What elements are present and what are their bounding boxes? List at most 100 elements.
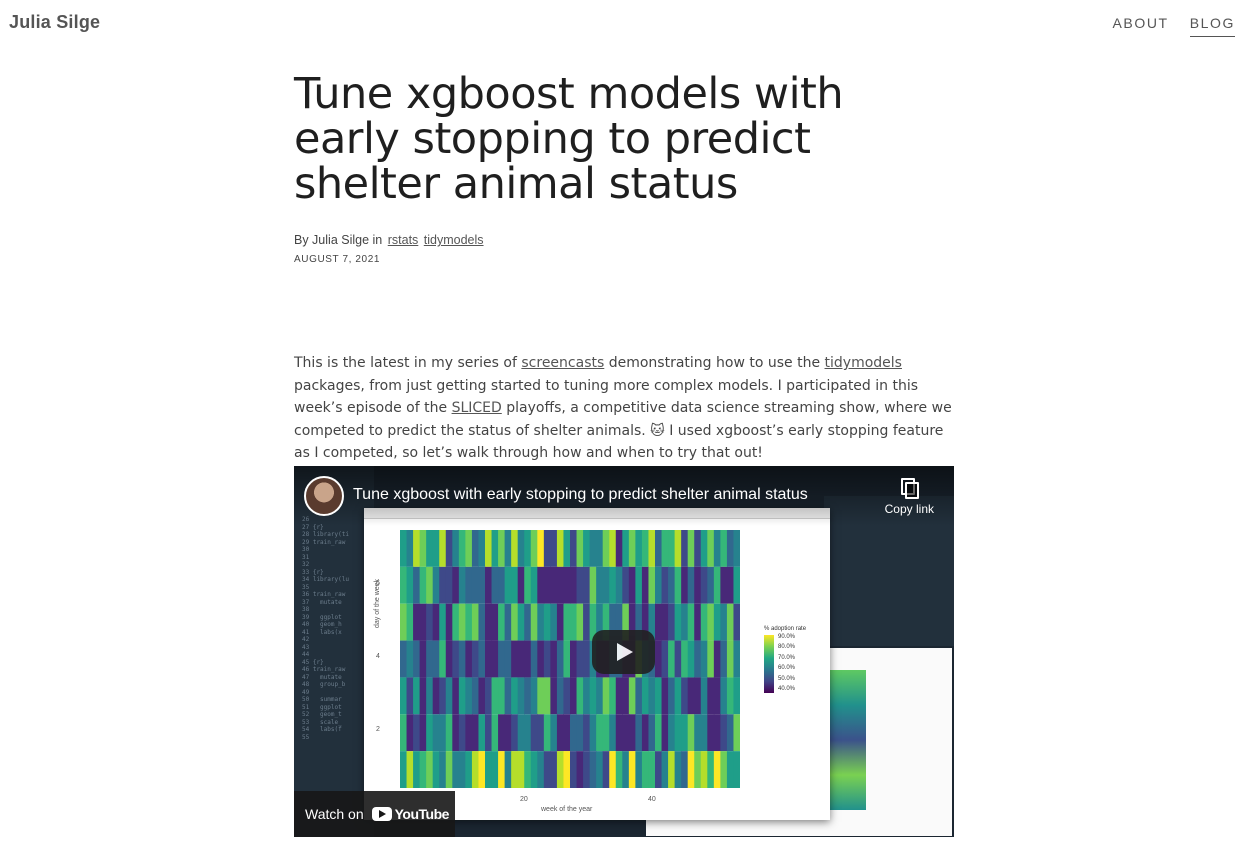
heatmap-cell [465,640,473,678]
heatmap-cell [733,640,740,678]
heatmap-cell [504,566,512,604]
heatmap-cell [543,566,551,604]
heatmap-cell [720,677,728,715]
heatmap-cell [517,530,525,567]
heatmap-cell [439,751,447,788]
heatmap-cell [700,751,708,788]
heatmap-cell [485,677,493,715]
tag-tidymodels[interactable]: tidymodels [424,233,484,247]
site-title[interactable]: Julia Silge [9,12,100,33]
heatmap-cell [491,566,499,604]
heatmap-cell [550,677,558,715]
tag-rstats[interactable]: rstats [388,233,419,247]
heatmap-cell [576,640,584,678]
heatmap-cell [615,714,623,752]
heatmap-cell [570,566,578,604]
play-button[interactable] [592,630,655,674]
heatmap-cell [713,566,721,604]
video-title[interactable]: Tune xgboost with early stopping to pred… [353,486,808,504]
heatmap-cell [563,677,571,715]
watch-on-youtube-button[interactable]: Watch on YouTube [294,791,455,837]
copy-link-button[interactable]: Copy link [885,478,934,516]
heatmap-cell [700,566,708,604]
link-tidymodels[interactable]: tidymodels [825,355,902,371]
heatmap-cell [655,566,663,604]
heatmap-cell [445,677,453,715]
heatmap-cell [589,677,597,715]
heatmap-cell [419,530,427,567]
nav-about[interactable]: ABOUT [1112,15,1168,37]
heatmap-cell [517,640,525,678]
heatmap-cell [556,640,564,678]
heatmap-cell [648,566,656,604]
heatmap-cell [570,603,578,641]
heatmap-cell [445,751,453,788]
heatmap-cell [543,640,551,678]
heatmap-cell [491,751,499,788]
heatmap-cell [458,751,466,788]
heatmap-cell [713,714,721,752]
heatmap-cell [458,677,466,715]
heatmap-cell [439,714,447,752]
heatmap-cell [524,751,532,788]
heatmap-cell [596,530,604,567]
heatmap-cell [687,751,695,788]
heatmap-cell [609,677,617,715]
heatmap-cell [622,677,630,715]
heatmap-cell [485,530,493,567]
heatmap-cell [432,603,440,641]
copy-icon [901,478,920,499]
heatmap-cell [733,530,740,567]
youtube-logo: YouTube [371,806,449,822]
heatmap-cell [668,751,676,788]
heatmap-cell [504,640,512,678]
heatmap-cell [713,530,721,567]
heatmap-cell [491,603,499,641]
heatmap-cell [681,714,689,752]
heatmap-cell [504,677,512,715]
heatmap-cell [628,714,636,752]
heatmap-cell [720,603,728,641]
heatmap-cell [426,530,434,567]
heatmap-cell [530,640,538,678]
heatmap-cell [471,603,479,641]
heatmap-cell [517,677,525,715]
heatmap-cell [524,640,532,678]
heatmap-cell [498,530,506,567]
heatmap-cell [661,714,669,752]
youtube-embed[interactable]: 26 27 {r} 28 library(ti 29 train_raw 30 … [294,466,954,837]
heatmap-cell [504,751,512,788]
y-tick: 6 [376,580,380,587]
heatmap-cell [458,603,466,641]
heatmap-cell [681,566,689,604]
heatmap-cell [406,603,414,641]
heatmap-cell [471,640,479,678]
heatmap-cell [524,530,532,567]
intro-text: demonstrating how to use the [604,355,825,371]
heatmap-cell [570,640,578,678]
heatmap-cell [622,566,630,604]
nav-blog[interactable]: BLOG [1189,15,1235,37]
heatmap-cell [530,714,538,752]
heatmap-cell [485,603,493,641]
heatmap-cell [413,677,421,715]
heatmap-cell [694,530,702,567]
mini-heatmap [826,670,866,810]
heatmap-cell [635,714,643,752]
x-axis-label: week of the year [541,806,593,813]
heatmap-cell [628,530,636,567]
legend-colorbar [764,635,774,693]
heatmap-cell [498,714,506,752]
channel-avatar[interactable] [304,476,344,516]
link-sliced[interactable]: SLICED [452,400,502,416]
link-screencasts[interactable]: screencasts [521,355,604,371]
heatmap-cell [498,603,506,641]
heatmap-cell [452,640,460,678]
heatmap-cell [733,714,740,752]
heatmap-cell [635,677,643,715]
heatmap-cell [517,714,525,752]
heatmap-cell [674,566,682,604]
heatmap-cell [641,566,649,604]
heatmap-cell [439,566,447,604]
heatmap-cell [556,530,564,567]
